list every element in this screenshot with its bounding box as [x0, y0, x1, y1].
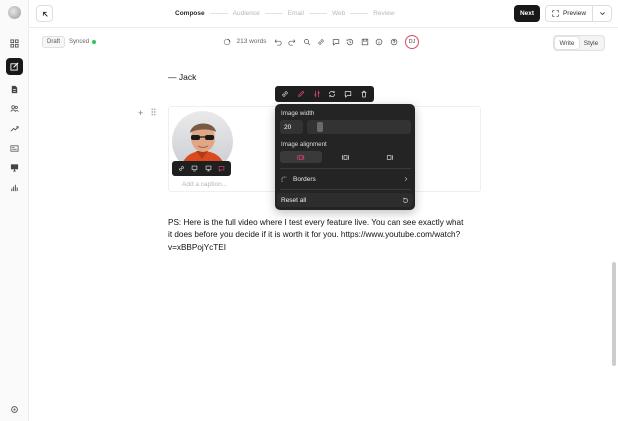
- info-icon[interactable]: [372, 35, 387, 48]
- image-width-label: Image width: [281, 110, 315, 117]
- image-settings-popover: Image width 20 Image alignment Borders R: [275, 104, 415, 210]
- drag-handle-icon[interactable]: [151, 108, 156, 116]
- slider-handle[interactable]: [316, 122, 323, 132]
- caption-input[interactable]: Add a caption...: [182, 181, 227, 188]
- people-icon[interactable]: [6, 100, 23, 117]
- growth-icon[interactable]: [6, 120, 23, 137]
- align-left-icon: [297, 154, 304, 160]
- image-alignment-group: [280, 151, 411, 163]
- arrow-up-left-icon: [42, 11, 48, 17]
- step-compose[interactable]: Compose: [175, 10, 205, 17]
- left-rail: [0, 0, 29, 421]
- step-email[interactable]: Email: [288, 10, 304, 17]
- editor-scrollbar[interactable]: [610, 60, 616, 421]
- alt-text-icon[interactable]: [205, 165, 212, 172]
- top-bar: Compose Audience Email Web Review Next P…: [29, 0, 618, 28]
- image-width-slider[interactable]: [307, 120, 411, 134]
- reset-all-button[interactable]: Reset all: [277, 193, 413, 207]
- chevron-right-icon: [404, 176, 408, 182]
- align-center-icon: [342, 154, 349, 160]
- next-button[interactable]: Next: [514, 5, 540, 22]
- undo-icon[interactable]: [271, 35, 286, 48]
- chevron-down-icon: [599, 12, 605, 16]
- style-mode-button[interactable]: Style: [579, 37, 603, 49]
- mode-toggle: Write Style: [553, 35, 605, 51]
- image-inline-toolbar: [172, 161, 231, 176]
- status-badge: Draft: [42, 36, 66, 48]
- step-audience[interactable]: Audience: [233, 10, 260, 17]
- link-icon[interactable]: [278, 88, 293, 101]
- image-comment-icon[interactable]: [218, 165, 225, 172]
- borders-menu-item[interactable]: Borders: [281, 173, 409, 185]
- image-floating-toolbar: [275, 86, 374, 102]
- help-icon[interactable]: [387, 35, 402, 48]
- step-review[interactable]: Review: [373, 10, 394, 17]
- replace-icon[interactable]: [325, 88, 340, 101]
- borders-label: Borders: [293, 175, 316, 183]
- link-icon[interactable]: [314, 35, 329, 48]
- monitor-icon[interactable]: [6, 159, 23, 176]
- word-count: 213 words: [236, 38, 267, 45]
- comment-icon[interactable]: [329, 35, 344, 48]
- step-divider: [209, 13, 228, 14]
- scrollbar-thumb[interactable]: [612, 262, 616, 366]
- preview-group: Preview: [545, 5, 612, 22]
- sync-label: Synced: [69, 39, 90, 45]
- signoff-text[interactable]: — Jack: [168, 72, 196, 82]
- popover-divider: [280, 189, 411, 190]
- preview-label: Preview: [562, 10, 587, 17]
- step-divider: [264, 13, 283, 14]
- sync-status: Synced: [69, 39, 97, 45]
- compose-icon[interactable]: [6, 58, 23, 75]
- border-style-icon: [281, 176, 287, 182]
- newsletter-icon[interactable]: [6, 140, 23, 157]
- workflow-steps: Compose Audience Email Web Review: [175, 10, 395, 17]
- search-icon[interactable]: [300, 35, 315, 48]
- apps-icon[interactable]: [6, 35, 23, 52]
- preview-button[interactable]: Preview: [546, 6, 593, 21]
- edit-pen-icon[interactable]: [294, 88, 309, 101]
- link-icon[interactable]: [178, 165, 185, 172]
- brand-logo[interactable]: [8, 6, 21, 19]
- analytics-icon[interactable]: [6, 179, 23, 196]
- history-icon[interactable]: [343, 35, 358, 48]
- user-avatar[interactable]: DJ: [405, 34, 419, 49]
- align-right-icon: [387, 154, 394, 160]
- adjust-sliders-icon[interactable]: [309, 88, 324, 101]
- save-icon[interactable]: [358, 35, 373, 48]
- comment-icon[interactable]: [341, 88, 356, 101]
- align-right-button[interactable]: [369, 151, 411, 163]
- align-center-button[interactable]: [324, 151, 366, 163]
- popover-divider: [280, 168, 411, 169]
- reset-icon: [403, 197, 408, 203]
- document-icon[interactable]: [6, 81, 23, 98]
- image-width-input[interactable]: 20: [280, 120, 303, 134]
- write-mode-button[interactable]: Write: [555, 37, 579, 49]
- image-alignment-label: Image alignment: [281, 141, 327, 148]
- expand-icon: [552, 10, 559, 17]
- reset-all-label: Reset all: [281, 196, 307, 204]
- word-count-icon: [220, 35, 235, 48]
- align-left-button[interactable]: [280, 151, 323, 163]
- redo-icon[interactable]: [285, 35, 300, 48]
- trash-icon[interactable]: [356, 88, 371, 101]
- preview-options-button[interactable]: [593, 6, 611, 21]
- editor-toolbar: 213 words DJ: [220, 34, 419, 49]
- caption-icon[interactable]: [191, 165, 198, 172]
- settings-icon[interactable]: [6, 401, 23, 418]
- draft-status: Draft Synced: [42, 36, 97, 48]
- sync-dot-icon: [92, 40, 97, 44]
- step-web[interactable]: Web: [332, 10, 345, 17]
- ps-paragraph[interactable]: PS: Here is the full video where I test …: [168, 217, 468, 254]
- app-window: Compose Audience Email Web Review Next P…: [0, 0, 618, 421]
- collapse-button[interactable]: [36, 5, 53, 22]
- step-divider: [309, 13, 327, 14]
- step-divider: [350, 13, 369, 14]
- add-block-icon[interactable]: +: [138, 108, 143, 118]
